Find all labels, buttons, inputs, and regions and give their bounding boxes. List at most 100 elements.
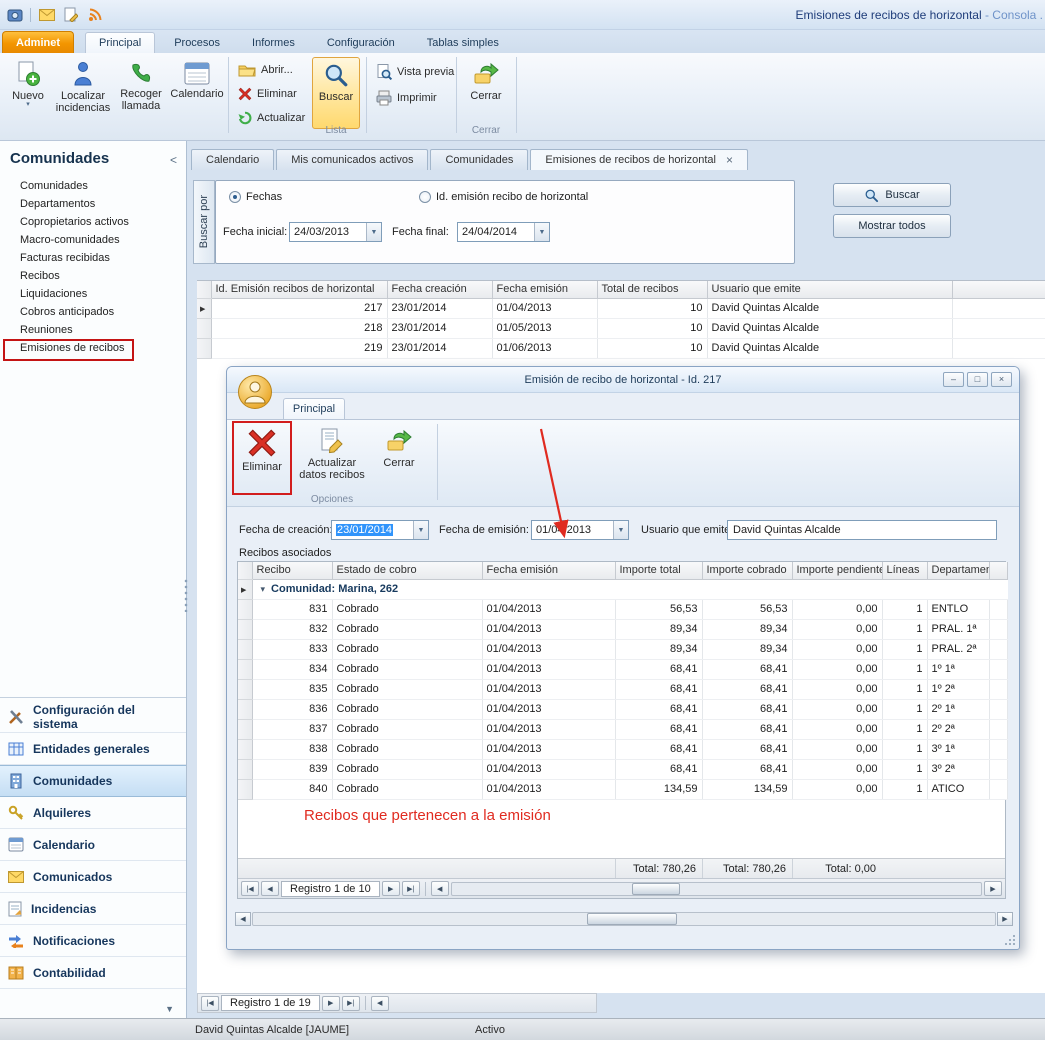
column-header[interactable]: Fecha creación xyxy=(387,281,492,298)
mail-icon[interactable] xyxy=(38,6,55,23)
calendario-button[interactable]: Calendario xyxy=(170,57,224,129)
cell[interactable]: 01/04/2013 xyxy=(482,759,615,779)
minimize-icon[interactable]: – xyxy=(943,372,964,387)
cell[interactable]: 1 xyxy=(882,719,927,739)
cell[interactable]: 01/06/2013 xyxy=(492,338,597,358)
column-header[interactable]: Estado de cobro xyxy=(332,562,482,579)
cell[interactable]: Cobrado xyxy=(332,659,482,679)
last-record-button[interactable]: ▶| xyxy=(342,996,360,1011)
column-header[interactable]: Líneas xyxy=(882,562,927,579)
column-header[interactable]: Recibo xyxy=(252,562,332,579)
cell[interactable]: 1 xyxy=(882,599,927,619)
table-row[interactable]: 831 Cobrado 01/04/2013 56,53 56,53 0,00 … xyxy=(238,599,1007,619)
column-header[interactable]: Id. Emisión recibos de horizontal xyxy=(211,281,387,298)
previous-record-button[interactable]: ◀ xyxy=(261,881,279,896)
cell[interactable]: 56,53 xyxy=(702,599,792,619)
collapse-chevron-icon[interactable]: ▾ xyxy=(261,584,266,594)
cell[interactable]: 1 xyxy=(882,659,927,679)
localizar-incidencias-button[interactable]: Localizar incidencias xyxy=(54,57,112,129)
cell[interactable]: 833 xyxy=(252,639,332,659)
sidebar-item[interactable]: Facturas recibidas xyxy=(0,249,186,267)
cell[interactable]: 01/04/2013 xyxy=(482,619,615,639)
cell[interactable]: David Quintas Alcalde xyxy=(707,338,952,358)
sidebar-scroll-down-icon[interactable]: ▼ xyxy=(165,1004,174,1014)
dialog-cerrar-button[interactable]: Cerrar xyxy=(375,424,423,492)
nuevo-button[interactable]: Nuevo ▾ xyxy=(5,57,51,129)
cell[interactable]: David Quintas Alcalde xyxy=(707,298,952,318)
ribbon-tab-configuracion[interactable]: Configuración xyxy=(314,32,408,53)
fecha-final-input[interactable]: 24/04/2014 ▼ xyxy=(457,222,550,242)
cell[interactable]: 134,59 xyxy=(615,779,702,799)
doctab-calendario[interactable]: Calendario xyxy=(191,149,274,170)
nav-item-configuracion-sistema[interactable]: Configuración del sistema xyxy=(0,701,186,733)
cell[interactable]: ENTLO xyxy=(927,599,989,619)
cell[interactable]: Cobrado xyxy=(332,639,482,659)
maximize-icon[interactable]: □ xyxy=(967,372,988,387)
cell[interactable]: 01/04/2013 xyxy=(482,719,615,739)
cell[interactable]: 0,00 xyxy=(792,739,882,759)
usuario-emite-input[interactable]: David Quintas Alcalde xyxy=(727,520,997,540)
cell[interactable]: 2º 1ª xyxy=(927,699,989,719)
close-icon[interactable]: × xyxy=(991,372,1012,387)
cerrar-button[interactable]: Cerrar xyxy=(462,57,510,129)
cell[interactable]: 217 xyxy=(211,298,387,318)
abrir-button[interactable]: Abrir... xyxy=(234,59,297,80)
sidebar-item[interactable]: Liquidaciones xyxy=(0,285,186,303)
cell[interactable]: 0,00 xyxy=(792,659,882,679)
cell[interactable]: 68,41 xyxy=(615,699,702,719)
dialog-app-icon[interactable] xyxy=(237,374,273,413)
cell[interactable]: 01/04/2013 xyxy=(482,779,615,799)
cell[interactable]: 218 xyxy=(211,318,387,338)
cell[interactable]: 01/04/2013 xyxy=(482,659,615,679)
table-row[interactable]: 835 Cobrado 01/04/2013 68,41 68,41 0,00 … xyxy=(238,679,1007,699)
column-header[interactable]: Departamento xyxy=(927,562,989,579)
last-record-button[interactable]: ▶| xyxy=(402,881,420,896)
table-row[interactable]: 832 Cobrado 01/04/2013 89,34 89,34 0,00 … xyxy=(238,619,1007,639)
scroll-left-button[interactable]: ◀ xyxy=(431,881,449,896)
ribbon-tab-principal[interactable]: Principal xyxy=(85,32,155,53)
cell[interactable]: Cobrado xyxy=(332,599,482,619)
cell[interactable]: 68,41 xyxy=(702,759,792,779)
cell[interactable]: 23/01/2014 xyxy=(387,338,492,358)
column-header[interactable]: Importe total xyxy=(615,562,702,579)
group-row[interactable]: ▾Comunidad: Marina, 262 xyxy=(238,579,1007,599)
dropdown-icon[interactable]: ▼ xyxy=(366,223,381,241)
table-row[interactable]: 839 Cobrado 01/04/2013 68,41 68,41 0,00 … xyxy=(238,759,1007,779)
cell[interactable]: 840 xyxy=(252,779,332,799)
dropdown-icon[interactable]: ▼ xyxy=(534,223,549,241)
cell[interactable]: 89,34 xyxy=(615,639,702,659)
group-row-cell[interactable]: ▾Comunidad: Marina, 262 xyxy=(252,579,1007,599)
cell[interactable]: 1º 1ª xyxy=(927,659,989,679)
cell[interactable]: 89,34 xyxy=(615,619,702,639)
cell[interactable]: 219 xyxy=(211,338,387,358)
horizontal-scrollbar-track[interactable] xyxy=(252,912,996,926)
actualizar-datos-button[interactable]: Actualizar datos recibos xyxy=(299,424,365,492)
table-row[interactable]: 217 23/01/2014 01/04/2013 10 David Quint… xyxy=(197,298,1045,318)
table-row[interactable]: 218 23/01/2014 01/05/2013 10 David Quint… xyxy=(197,318,1045,338)
cell[interactable]: 836 xyxy=(252,699,332,719)
cell[interactable]: 839 xyxy=(252,759,332,779)
radio-fechas[interactable]: Fechas xyxy=(229,191,282,203)
nav-item-contabilidad[interactable]: Contabilidad xyxy=(0,957,186,989)
column-header[interactable]: Importe cobrado xyxy=(702,562,792,579)
cell[interactable]: 68,41 xyxy=(702,659,792,679)
cell[interactable]: 0,00 xyxy=(792,599,882,619)
sidebar-item[interactable]: Recibos xyxy=(0,267,186,285)
cell[interactable]: 0,00 xyxy=(792,679,882,699)
eliminar-button[interactable]: Eliminar xyxy=(234,83,301,104)
cell[interactable]: 3º 2ª xyxy=(927,759,989,779)
scroll-right-button[interactable]: ▶ xyxy=(984,881,1002,896)
ribbon-tab-informes[interactable]: Informes xyxy=(239,32,308,53)
cell[interactable]: 68,41 xyxy=(615,759,702,779)
column-header[interactable]: Fecha emisión xyxy=(492,281,597,298)
imprimir-button[interactable]: Imprimir xyxy=(372,87,441,108)
fecha-emision-input[interactable]: 01/04/2013 ▼ xyxy=(531,520,629,540)
cell[interactable]: 1 xyxy=(882,619,927,639)
nav-item-entidades-generales[interactable]: Entidades generales xyxy=(0,733,186,765)
next-record-button[interactable]: ▶ xyxy=(322,996,340,1011)
cell[interactable]: 01/04/2013 xyxy=(482,699,615,719)
note-edit-icon[interactable] xyxy=(62,6,79,23)
fecha-inicial-input[interactable]: 24/03/2013 ▼ xyxy=(289,222,382,242)
cell[interactable]: 1º 2ª xyxy=(927,679,989,699)
sidebar-item[interactable]: Emisiones de recibos xyxy=(0,339,186,357)
